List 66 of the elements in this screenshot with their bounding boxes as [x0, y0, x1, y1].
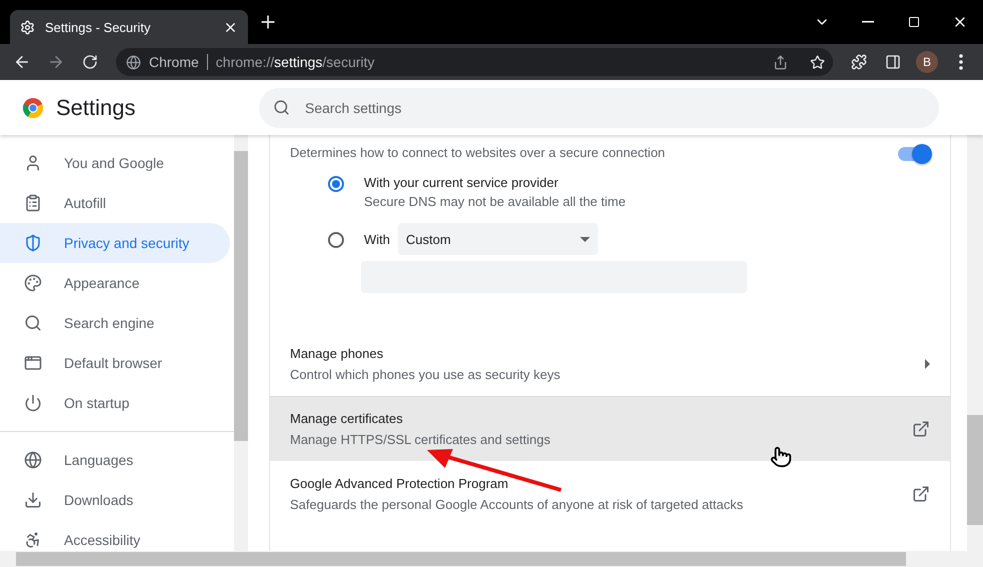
forward-arrow-icon [47, 53, 65, 71]
scrollbar[interactable] [234, 135, 248, 551]
sidebar-item[interactable]: Privacy and security [0, 223, 230, 263]
address-bar[interactable]: Chrome chrome://settings/security [116, 48, 833, 76]
radio-button[interactable] [328, 232, 344, 248]
page-title: Settings [56, 94, 136, 120]
sidebar-item[interactable]: You and Google [0, 143, 230, 183]
browser-tab[interactable]: Settings - Security [10, 10, 248, 44]
power-icon [24, 394, 42, 412]
menu-icon [959, 54, 963, 70]
share-icon[interactable] [773, 54, 788, 70]
url-text: chrome://settings/security [216, 54, 376, 70]
settings-row[interactable]: Google Advanced Protection Program Safeguards the personal Google Accounts of anyone at risk of targeted attacks [270, 461, 950, 526]
sidebar-item[interactable]: Accessibility [0, 520, 230, 551]
side-panel-icon [885, 54, 901, 70]
provider-dropdown[interactable]: Custom [398, 223, 598, 255]
settings-row[interactable]: Manage phones Control which phones you use as security keys [270, 331, 950, 396]
sidebar-item[interactable]: Search engine [0, 303, 230, 343]
horizontal-scrollbar[interactable] [0, 551, 983, 567]
clipboard-icon [24, 194, 42, 212]
search-icon [24, 314, 42, 332]
sidebar-item[interactable]: Languages [0, 440, 230, 480]
profile-avatar[interactable]: B [916, 51, 938, 73]
option-label: With [364, 232, 390, 246]
browser-window-icon [24, 354, 42, 372]
option-label: With your current service provider [364, 175, 560, 190]
puzzle-icon [851, 54, 867, 70]
sidebar-item[interactable]: Appearance [0, 263, 230, 303]
person-icon [24, 154, 42, 172]
chrome-logo-icon [22, 96, 44, 118]
bookmark-star-icon[interactable] [810, 54, 825, 70]
row-title: Manage certificates [290, 411, 404, 426]
row-description: Manage HTTPS/SSL certificates and settings [290, 432, 550, 447]
minimize-icon [862, 21, 874, 23]
scrollbar[interactable] [967, 135, 983, 551]
toggle-switch[interactable] [898, 147, 930, 161]
download-icon [24, 491, 42, 509]
accessibility-icon [24, 531, 42, 549]
row-description: Control which phones you use as security keys [290, 367, 560, 382]
row-title: Manage phones [290, 346, 384, 361]
external-link-icon[interactable] [912, 485, 930, 503]
hand-cursor-icon [770, 446, 792, 468]
settings-icon [20, 20, 35, 34]
option-description: Secure DNS may not be available all the time [364, 194, 626, 209]
external-link-icon[interactable] [912, 420, 930, 438]
arrow-right-icon [925, 359, 930, 369]
caret-icon [580, 236, 590, 242]
row-description: Safeguards the personal Google Accounts of anyone at risk of targeted attacks [290, 497, 744, 512]
reload-icon [82, 54, 98, 70]
search-field[interactable]: Search settings [259, 88, 939, 128]
sidebar-item[interactable]: On startup [0, 383, 230, 423]
globe-icon [24, 451, 42, 469]
site-label: Chrome [149, 54, 208, 70]
search-icon [273, 98, 290, 116]
sidebar-item[interactable]: Autofill [0, 183, 230, 223]
settings-row[interactable]: Manage certificates Manage HTTPS/SSL certificates and settings [270, 396, 950, 461]
setting-description: Determines how to connect to websites over a secure connection [290, 145, 666, 162]
palette-icon [24, 274, 42, 292]
site-info-icon [126, 54, 141, 70]
radio-button[interactable] [328, 176, 344, 192]
maximize-icon [908, 16, 920, 28]
sidebar-item[interactable]: Default browser [0, 343, 230, 383]
shield-icon [24, 234, 42, 252]
tab-title: Settings - Security [45, 20, 152, 34]
row-title: Google Advanced Protection Program [290, 476, 510, 491]
sidebar-item[interactable]: Downloads [0, 480, 230, 520]
